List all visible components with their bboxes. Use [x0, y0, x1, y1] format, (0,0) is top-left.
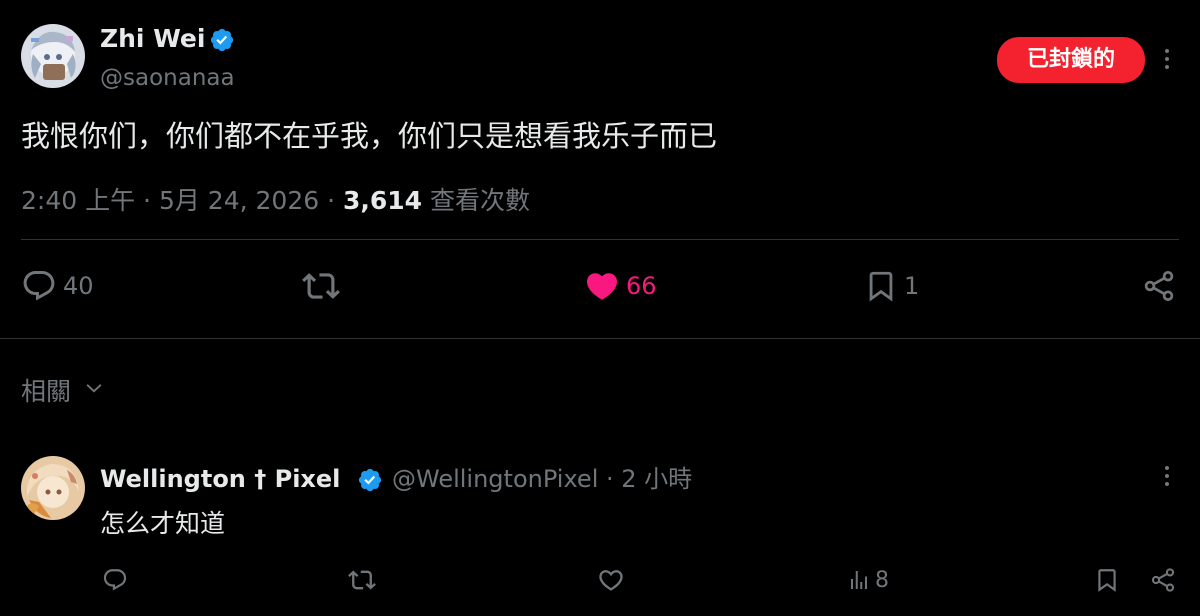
tweet-text: 我恨你们，你们都不在乎我，你们只是想看我乐子而已: [21, 119, 718, 153]
more-vertical-icon[interactable]: [1164, 466, 1170, 486]
meta-separator: ·: [606, 465, 614, 493]
verified-badge-icon: [209, 27, 235, 53]
views-count: 3,614: [343, 186, 423, 215]
share-icon: [1149, 566, 1177, 594]
avatar[interactable]: [21, 456, 85, 520]
reply-time[interactable]: 2 小時: [621, 465, 692, 493]
avatar[interactable]: [21, 24, 85, 88]
bookmark-icon: [864, 268, 898, 304]
verified-badge-icon: [357, 467, 383, 493]
bookmark-button[interactable]: 1: [864, 268, 919, 304]
heart-outline-icon: [597, 566, 625, 594]
blocked-button[interactable]: 已封鎖的: [997, 37, 1145, 83]
views-button[interactable]: 8: [847, 566, 889, 594]
like-count: 66: [626, 272, 657, 300]
divider: [21, 239, 1179, 240]
chevron-down-icon: [83, 376, 105, 405]
author-handle[interactable]: @saonanaa: [100, 62, 235, 94]
bookmark-button[interactable]: [1094, 566, 1120, 594]
share-button[interactable]: [1149, 566, 1177, 594]
tweet-metadata: 2:40 上午 · 5月 24, 2026 · 3,614 查看次數: [21, 183, 530, 219]
author-name[interactable]: Zhi Wei: [100, 22, 205, 56]
reply-text: 怎么才知道: [100, 509, 226, 538]
retweet-button[interactable]: [348, 566, 376, 594]
more-vertical-icon[interactable]: [1164, 49, 1170, 69]
reply-button[interactable]: 40: [21, 268, 94, 304]
related-label: 相關: [21, 377, 72, 406]
tweet-time[interactable]: 2:40 上午: [21, 186, 135, 215]
bookmark-count: 1: [904, 272, 920, 300]
reply-author-meta: @WellingtonPixel · 2 小時: [392, 462, 692, 496]
meta-separator: ·: [327, 186, 336, 215]
retweet-icon: [302, 267, 340, 305]
reply-author-handle[interactable]: @WellingtonPixel: [392, 465, 598, 493]
share-icon: [1141, 268, 1177, 304]
like-button[interactable]: [597, 566, 625, 594]
meta-separator: ·: [143, 186, 151, 215]
views-label: 查看次數: [430, 186, 531, 215]
reply-icon: [102, 567, 128, 593]
analytics-icon: [847, 568, 871, 592]
tweet-date[interactable]: 5月 24, 2026: [159, 186, 319, 215]
retweet-button[interactable]: [302, 268, 340, 304]
heart-filled-icon: [584, 268, 620, 304]
share-button[interactable]: [1141, 268, 1177, 304]
reply-button[interactable]: [102, 566, 128, 594]
views-count: 8: [875, 567, 889, 593]
related-toggle[interactable]: 相關: [21, 370, 105, 410]
like-button[interactable]: 66: [584, 268, 657, 304]
reply-count: 40: [63, 272, 94, 300]
reply-author-name[interactable]: Wellington † Pixel: [100, 462, 340, 496]
bookmark-icon: [1094, 566, 1120, 594]
reply-icon: [21, 268, 57, 304]
retweet-icon: [348, 566, 376, 594]
divider: [0, 338, 1200, 339]
